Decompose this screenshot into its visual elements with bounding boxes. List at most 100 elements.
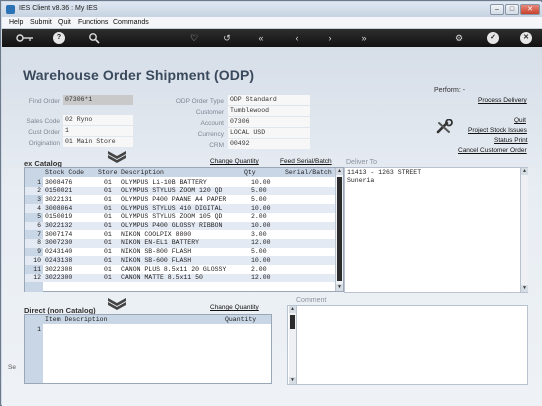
odp-order-type-field[interactable]: ODP Standard bbox=[228, 95, 310, 105]
store-cell: 01 bbox=[104, 274, 112, 282]
expand-catalog-icon[interactable] bbox=[106, 150, 128, 164]
direct-grid: Item Description Quantity 1 bbox=[24, 314, 272, 384]
table-row[interactable]: 5 0150019 01 OLYMPUS STYLUS ZOOM 105 QD 2.00 bbox=[25, 213, 335, 222]
table-row[interactable]: 12 3022300 01 CANON MATTE 8.5x11 50 12.00 bbox=[25, 273, 335, 283]
header-serial-batch[interactable]: Serial/Batch bbox=[285, 169, 332, 176]
project-stock-issues-link[interactable]: Project Stock Issues bbox=[468, 127, 527, 134]
table-row[interactable]: 1 3008476 01 OLYMPUS Li-10B BATTERY 10.00 bbox=[25, 178, 335, 187]
cancel-customer-order-link[interactable]: Cancel Customer Order bbox=[458, 147, 527, 154]
qty-cell: 10.00 bbox=[251, 178, 271, 186]
comment-scrollbar[interactable]: ▲ ▼ bbox=[289, 306, 297, 384]
menu-submit[interactable]: Submit bbox=[30, 19, 52, 26]
table-row[interactable]: 7 3007174 01 NIKON COOLPIX 8800 3.00 bbox=[25, 230, 335, 239]
store-cell: 01 bbox=[104, 222, 112, 229]
header-item-description[interactable]: Item Description bbox=[45, 316, 107, 323]
undo-icon[interactable]: ↺ bbox=[221, 32, 233, 44]
table-row[interactable]: 11 3022308 01 CANON PLUS 8.5x11 20 GLOSSY 2.… bbox=[25, 265, 335, 274]
scroll-up-arrow[interactable]: ▲ bbox=[336, 168, 343, 175]
menu-bar: Help Submit Quit Functions Commands bbox=[2, 17, 542, 29]
status-print-link[interactable]: Status Print bbox=[494, 137, 528, 144]
header-stock-code[interactable]: Stock Code bbox=[45, 169, 84, 176]
description-cell: OLYMPUS P400 GLOSSY RIBBON bbox=[121, 222, 223, 229]
table-row[interactable]: 8 3007230 01 NIKON EN-EL1 BATTERY 12.00 bbox=[25, 238, 335, 248]
header-store[interactable]: Store bbox=[98, 169, 118, 176]
direct-row[interactable]: 1 bbox=[25, 325, 271, 334]
sales-code-field[interactable]: 02 Ryno bbox=[63, 115, 133, 125]
scroll-thumb[interactable] bbox=[290, 315, 295, 329]
forward-icon[interactable]: › bbox=[324, 32, 336, 44]
menu-commands[interactable]: Commands bbox=[113, 19, 149, 26]
fast-forward-icon[interactable]: » bbox=[358, 32, 370, 44]
comment-title: Comment bbox=[296, 297, 327, 304]
catalog-scrollbar[interactable]: ▲ ▼ bbox=[335, 168, 343, 291]
settings-icon[interactable]: ⚙ bbox=[453, 32, 465, 44]
store-cell: 01 bbox=[104, 239, 112, 247]
back-icon[interactable]: ‹ bbox=[291, 32, 303, 44]
close-icon[interactable]: ✕ bbox=[520, 32, 532, 44]
stock-code-cell: 3008476 bbox=[45, 178, 73, 186]
qty-cell: 2.00 bbox=[251, 265, 267, 273]
table-row[interactable]: 4 3008064 01 OLYMPUS STYLUS 410 DIGITAL 10.0… bbox=[25, 204, 335, 213]
minimize-button[interactable]: – bbox=[490, 4, 504, 15]
tools-icon[interactable] bbox=[435, 118, 455, 135]
stock-code-cell: 0150021 bbox=[45, 187, 73, 195]
cust-order-label: Cust Order bbox=[28, 129, 60, 136]
deliver-to-box[interactable]: 11413 - 1263 STREET Suneria ▲ ▼ bbox=[344, 167, 528, 293]
menu-functions[interactable]: Functions bbox=[78, 19, 108, 26]
search-icon[interactable] bbox=[88, 32, 100, 44]
menu-help[interactable]: Help bbox=[9, 19, 23, 26]
description-cell: CANON PLUS 8.5x11 20 GLOSSY bbox=[121, 265, 227, 273]
crm-field[interactable]: 00492 bbox=[228, 139, 310, 149]
cust-order-field[interactable]: 1 bbox=[63, 126, 133, 136]
table-row[interactable]: 10 0243138 01 NIKON SB-600 FLASH 10.00 bbox=[25, 256, 335, 265]
row-number: 1 bbox=[37, 325, 41, 333]
store-cell: 01 bbox=[104, 256, 112, 264]
deliver-to-line2: Suneria bbox=[347, 177, 375, 184]
table-row[interactable]: 3 3022131 01 OLYMPUS P400 PAANE A4 PAPER 5.0… bbox=[25, 195, 335, 204]
origination-field[interactable]: 01 Main Store bbox=[63, 137, 133, 147]
row-number: 2 bbox=[37, 187, 41, 195]
scroll-down-arrow[interactable]: ▼ bbox=[289, 377, 296, 384]
heart-icon[interactable]: ♡ bbox=[188, 32, 200, 44]
menu-quit[interactable]: Quit bbox=[58, 19, 71, 26]
header-quantity[interactable]: Quantity bbox=[225, 316, 256, 323]
title-bar: IES Client v8.36 : My IES – □ ✕ bbox=[2, 2, 542, 17]
qty-cell: 10.00 bbox=[251, 204, 271, 212]
find-order-field[interactable]: 07306*1 bbox=[63, 95, 133, 105]
scroll-up-arrow[interactable]: ▲ bbox=[521, 168, 528, 175]
direct-change-quantity-link[interactable]: Change Quantity bbox=[210, 304, 259, 311]
maximize-button[interactable]: □ bbox=[505, 4, 519, 15]
account-field[interactable]: 07306 bbox=[228, 117, 310, 127]
scroll-up-arrow[interactable]: ▲ bbox=[289, 306, 296, 313]
table-row[interactable]: 9 0243140 01 NIKON SB-800 FLASH 5.00 bbox=[25, 248, 335, 257]
deliver-to-scrollbar[interactable]: ▲ ▼ bbox=[520, 168, 528, 292]
key-icon[interactable] bbox=[16, 32, 34, 44]
process-delivery-link[interactable]: Process Delivery bbox=[478, 97, 527, 104]
table-row[interactable]: 6 3022132 01 OLYMPUS P400 GLOSSY RIBBON 10.0… bbox=[25, 221, 335, 231]
feed-serial-batch-link[interactable]: Feed Serial/Batch bbox=[280, 158, 332, 165]
scroll-thumb[interactable] bbox=[337, 177, 342, 281]
perform-label: Perform: - bbox=[434, 87, 466, 94]
table-row[interactable]: 2 0150021 01 OLYMPUS STYLUS ZOOM 120 QD 5.00 bbox=[25, 186, 335, 196]
window-title: IES Client v8.36 : My IES bbox=[19, 5, 98, 12]
close-window-button[interactable]: ✕ bbox=[520, 4, 540, 15]
catalog-change-quantity-link[interactable]: Change Quantity bbox=[210, 158, 259, 165]
ok-icon[interactable]: ✓ bbox=[487, 32, 499, 44]
qty-cell: 12.00 bbox=[251, 239, 271, 247]
header-description[interactable]: Description bbox=[121, 169, 164, 176]
qty-cell: 5.00 bbox=[251, 248, 267, 256]
toolbar: ? ♡ ↺ « ‹ › » ⚙ ✓ ✕ bbox=[2, 29, 542, 47]
scroll-down-arrow[interactable]: ▼ bbox=[521, 285, 528, 292]
stock-code-cell: 3022308 bbox=[45, 265, 73, 273]
customer-field[interactable]: Tumblewood bbox=[228, 106, 310, 116]
stock-code-cell: 3007230 bbox=[45, 239, 73, 247]
scroll-down-arrow[interactable]: ▼ bbox=[336, 284, 343, 291]
comment-box[interactable]: ▲ ▼ bbox=[287, 305, 528, 385]
help-icon[interactable]: ? bbox=[53, 32, 65, 44]
header-qty[interactable]: Qty bbox=[244, 169, 256, 176]
expand-direct-icon[interactable] bbox=[106, 297, 128, 311]
quit-link[interactable]: Quit bbox=[514, 117, 526, 124]
row-number: 3 bbox=[37, 195, 41, 203]
currency-field[interactable]: LOCAL USD bbox=[228, 128, 310, 138]
rewind-icon[interactable]: « bbox=[255, 32, 267, 44]
